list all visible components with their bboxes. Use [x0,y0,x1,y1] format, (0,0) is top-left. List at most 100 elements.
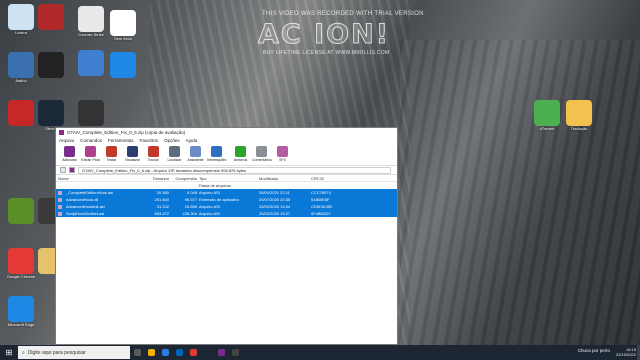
file-icon [58,211,62,216]
weather-text[interactable]: Chuva por perto [578,348,610,353]
cell-name: AdvancedHookInit.asi [56,204,136,209]
desktop-icon[interactable]: Lixeira [4,4,38,40]
desktop-icon[interactable] [34,4,68,40]
taskbar-app-icon[interactable] [186,345,200,360]
desktop-icon[interactable] [106,52,140,88]
address-bar: GTAIV_Complete_Edition_Fix_0_6.zip - Arq… [56,166,397,175]
cell-crc: CCC78074 [311,190,331,195]
toolbar-label: Assistente [187,158,204,162]
desktop-icon-label [106,78,140,88]
table-row[interactable]: ScriptHookDotNet.asi 653.472 228.304 Arquiv… [56,210,397,217]
desktop-icon[interactable]: Google Chrome [4,248,38,284]
taskbar-app-icon[interactable] [158,345,172,360]
taskbar-app-icon[interactable] [228,345,242,360]
desktop-icon-label: Lixeira [15,30,27,35]
taskbar: ⊞ ⌕ Digite aqui para pesquisar Chuva por… [0,345,640,360]
toolbar-button[interactable]: Localizar [165,146,184,162]
taskbar-app-icon[interactable] [172,345,186,360]
desktop-icon-label [4,224,38,234]
table-row[interactable]: AdvancedHookInit.asi 31.232 15.656 Arquivo … [56,203,397,210]
toolbar-button[interactable]: Excluir [144,146,163,162]
clock[interactable]: 16:15 22/10/2022 [616,347,636,357]
toolbar-label: Testar [106,158,117,162]
search-box[interactable]: ⌕ Digite aqui para pesquisar [18,346,130,359]
toolbar-button[interactable]: Comentários [252,146,272,162]
file-name: _CompleteEditionHook.asi [66,190,114,195]
desktop-icon[interactable]: Tradução [562,100,596,136]
desktop-icon[interactable]: Atalho [4,52,38,88]
cell-packed: 15.656 [184,204,197,209]
desktop-icon-label [34,30,68,40]
app-icon [8,52,34,78]
toolbar-label: Excluir [148,158,159,162]
desktop-icon[interactable]: Sem título [106,10,140,46]
menu-favoritos[interactable]: Favoritos [140,138,159,143]
toolbar-label: Extrair Para [81,158,100,162]
desktop-icon[interactable] [4,198,38,234]
app-icon [8,296,34,322]
col-tamanho[interactable]: Tamanho [136,176,169,181]
file-name: ScriptHookDotNet.asi [66,211,105,216]
menu-ferramentas[interactable]: Ferramentas [108,138,134,143]
address-field[interactable]: GTAIV_Complete_Edition_Fix_0_6.zip - Arq… [78,166,391,174]
desktop-icon[interactable] [4,100,38,136]
taskbar-app-icon[interactable] [214,345,228,360]
windows-start-icon[interactable]: ⊞ [0,345,18,360]
toolbar-icon [235,146,246,157]
taskbar-app-icon[interactable] [144,345,158,360]
title-bar[interactable]: GTAIV_Complete_Edition_Fix_0_6.zip (cópi… [56,128,397,137]
desktop-icon[interactable]: Counter-Strike [74,6,108,42]
desktop-icon[interactable]: uTorrent [530,100,564,136]
toolbar-button[interactable]: Adicionar [60,146,79,162]
cell-packed: 9.048 [186,190,197,195]
app-icon [38,100,64,126]
toolbar-button[interactable]: SFX [273,146,292,162]
file-list-header: Nome Tamanho Comprimido Tipo Modificado … [56,175,397,182]
app-icon [534,100,560,126]
clock-date: 22/10/2022 [615,352,636,357]
file-icon [58,190,62,195]
desktop-icon[interactable] [34,52,68,88]
app-icon [8,248,34,274]
desktop-icon-label: Counter-Strike [78,32,104,37]
app-icon [38,4,64,30]
toolbar-button[interactable]: Informações [207,146,226,162]
toolbar-button[interactable]: Assistente [186,146,205,162]
menu-arquivo[interactable]: Arquivo [59,138,74,143]
cell-packed: 228.304 [182,211,197,216]
watermark-line1: THIS VIDEO WAS RECORDED WITH TRIAL VERSI… [262,11,424,17]
toolbar-icon [106,146,117,157]
taskbar-app-icon[interactable] [130,345,144,360]
col-nome[interactable]: Nome [56,176,136,181]
app-icon [78,50,104,76]
taskbar-app-icon[interactable] [200,345,214,360]
desktop-icon[interactable]: Microsoft Edge [4,296,38,332]
desktop-icon[interactable] [74,50,108,86]
toolbar-button[interactable]: Extrair Para [81,146,100,162]
toolbar-button[interactable]: Visualizar [123,146,142,162]
desktop-icon-label [4,126,38,136]
winrar-window[interactable]: GTAIV_Complete_Edition_Fix_0_6.zip (cópi… [55,127,398,345]
toolbar-label: Informações [207,158,227,162]
app-icon [78,100,104,126]
menu-opcoes[interactable]: Opções [164,138,180,143]
cell-crc: CD5C5C6B [311,204,332,209]
toolbar-label: Adicionar [62,158,77,162]
cell-modified: 25/02/2020 13:04 [259,204,291,209]
col-comprimido[interactable]: Comprimido [169,176,197,181]
toolbar-button[interactable]: Antivírus [231,146,250,162]
col-tipo[interactable]: Tipo [197,176,257,181]
toolbar-button[interactable]: Testar [102,146,121,162]
toolbar-icon [64,146,75,157]
menu-ajuda[interactable]: Ajuda [186,138,198,143]
toolbar-icon [256,146,267,157]
col-crc32[interactable]: CRC32 [309,176,349,181]
table-row[interactable]: AdvancedHook.dll 291.840 95.577 Extensão de… [56,196,397,203]
table-row[interactable]: _CompleteEditionHook.asi 20.480 9.048 Arqui… [56,189,397,196]
menu-comandos[interactable]: Comandos [80,138,102,143]
col-modificado[interactable]: Modificado [257,176,309,181]
archive-icon [69,167,75,173]
toolbar-icon [127,146,138,157]
up-folder-icon[interactable] [60,167,66,173]
parent-folder-row[interactable]: .. Pasta de arquivos [56,182,397,189]
